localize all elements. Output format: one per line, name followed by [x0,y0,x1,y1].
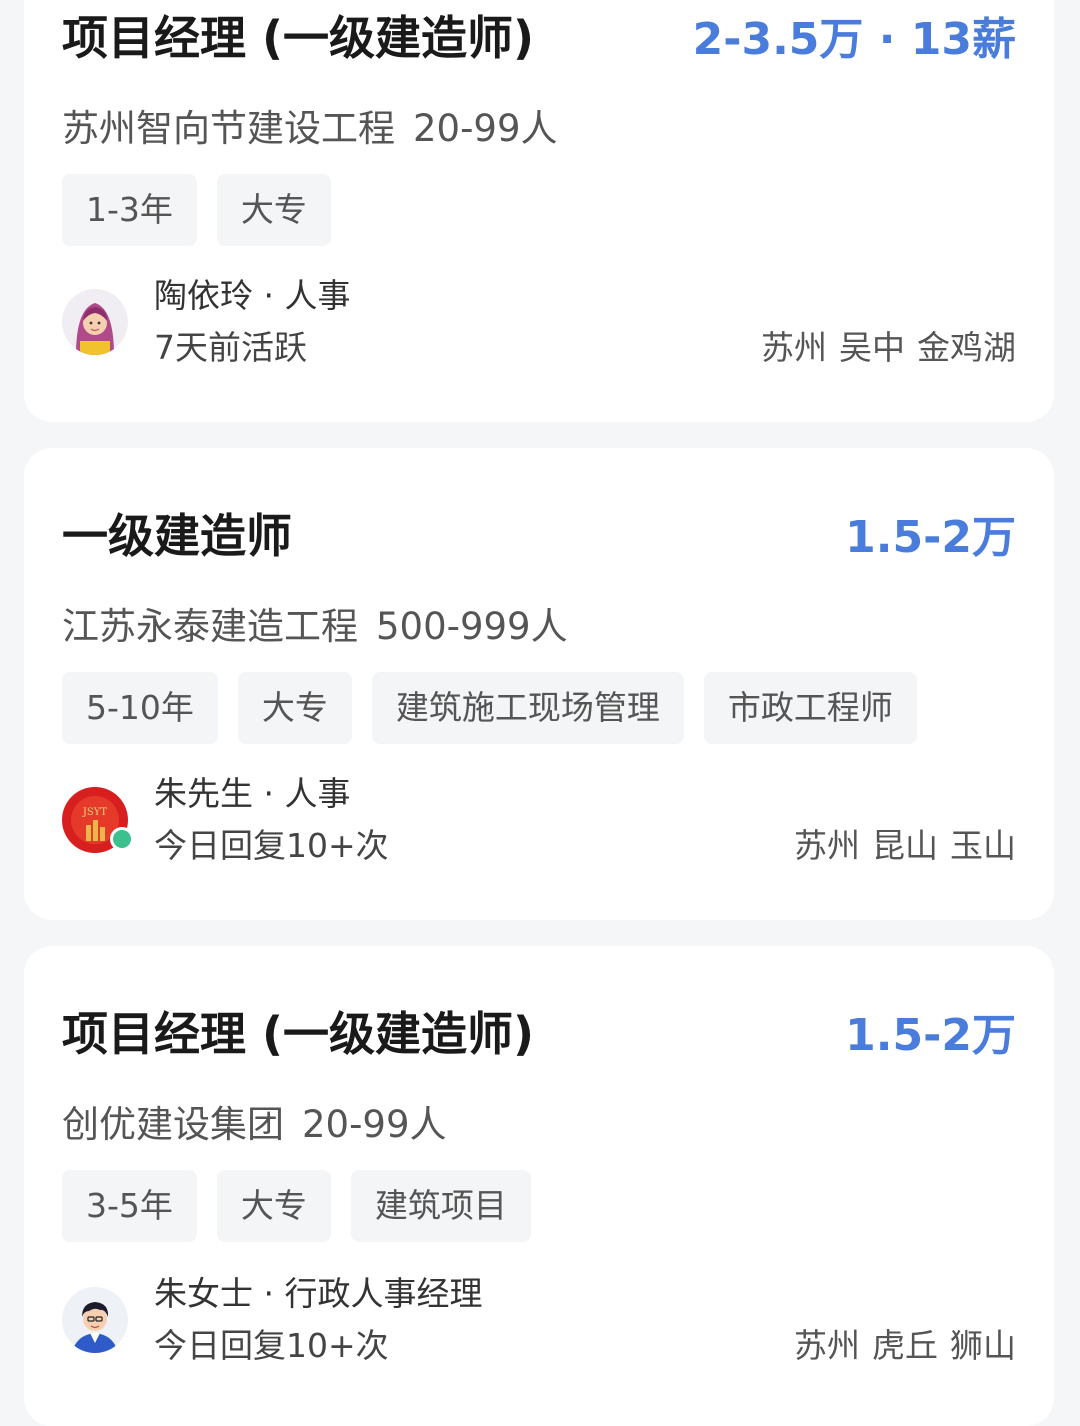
recruiter-status: 今日回复10+次 [154,1326,389,1365]
company-info: 苏州智向节建设工程 20-99人 [62,98,1016,152]
female-avatar-icon[interactable] [62,289,128,355]
location-district: 吴中 [839,328,905,367]
job-title: 一级建造师 [62,509,292,563]
job-card[interactable]: 项目经理 (一级建造师) 2-3.5万 · 13薪 苏州智向节建设工程 20-99… [24,0,1054,422]
tag-list: 5-10年 大专 建筑施工现场管理 市政工程师 [62,672,1016,744]
job-card[interactable]: 项目经理 (一级建造师) 1.5-2万 创优建设集团 20-99人 3-5年 大专… [24,946,1054,1426]
salary: 2-3.5万 · 13薪 [692,14,1016,65]
location-city: 苏州 [794,1326,860,1365]
logo-text: JSYT [82,807,107,818]
tag: 5-10年 [62,672,218,744]
recruiter-status: 今日回复10+次 [154,826,389,865]
job-title: 项目经理 (一级建造师) [62,11,535,65]
company-name: 江苏永泰建造工程 [62,605,358,648]
tag: 大专 [237,672,352,744]
job-card[interactable]: 一级建造师 1.5-2万 江苏永泰建造工程 500-999人 5-10年 大专 建… [24,448,1054,920]
company-size: 20-99人 [413,107,558,150]
tag: 1-3年 [62,174,197,246]
job-header: 项目经理 (一级建造师) 1.5-2万 [62,998,1016,1064]
company-name: 苏州智向节建设工程 [62,107,395,150]
job-header: 一级建造师 1.5-2万 [62,500,1016,566]
job-location: 苏州 昆山 玉山 [794,820,1016,872]
company-size: 500-999人 [376,605,568,648]
recruiter-status: 7天前活跃 [154,328,307,367]
tag-list: 3-5年 大专 建筑项目 [62,1170,1016,1242]
location-city: 苏州 [794,826,860,865]
recruiter-row: 陶依玲 · 人事 7天前活跃 苏州 吴中 金鸡湖 [62,270,1016,374]
tag: 市政工程师 [703,672,917,744]
tag: 建筑项目 [350,1170,531,1242]
recruiter-name: 朱女士 · 行政人事经理 [154,1274,483,1313]
recruiter-name: 朱先生 · 人事 [154,774,351,813]
salary: 1.5-2万 [845,512,1016,563]
location-area: 狮山 [950,1326,1016,1365]
recruiter-name: 陶依玲 · 人事 [154,276,351,315]
male-avatar-icon[interactable] [62,1287,128,1353]
location-city: 苏州 [761,328,827,367]
tag: 大专 [216,1170,331,1242]
tag-list: 1-3年 大专 [62,174,1016,246]
tag: 建筑施工现场管理 [371,672,684,744]
recruiter-row: JSYT 朱先生 · 人事 今日回复10+次 苏州 昆山 玉山 [62,768,1016,872]
company-size: 20-99人 [302,1103,447,1146]
job-header: 项目经理 (一级建造师) 2-3.5万 · 13薪 [62,2,1016,68]
location-area: 金鸡湖 [917,328,1016,367]
location-area: 玉山 [950,826,1016,865]
company-info: 江苏永泰建造工程 500-999人 [62,596,1016,650]
salary: 1.5-2万 [845,1010,1016,1061]
company-name: 创优建设集团 [62,1103,284,1146]
job-title: 项目经理 (一级建造师) [62,1007,535,1061]
online-status-dot [110,827,134,851]
location-district: 虎丘 [872,1326,938,1365]
company-logo-icon[interactable]: JSYT [62,787,134,853]
job-location: 苏州 吴中 金鸡湖 [761,322,1016,374]
tag: 大专 [216,174,331,246]
recruiter-row: 朱女士 · 行政人事经理 今日回复10+次 苏州 虎丘 狮山 [62,1268,1016,1372]
location-district: 昆山 [872,826,938,865]
job-location: 苏州 虎丘 狮山 [794,1320,1016,1372]
company-info: 创优建设集团 20-99人 [62,1094,1016,1148]
tag: 3-5年 [62,1170,197,1242]
